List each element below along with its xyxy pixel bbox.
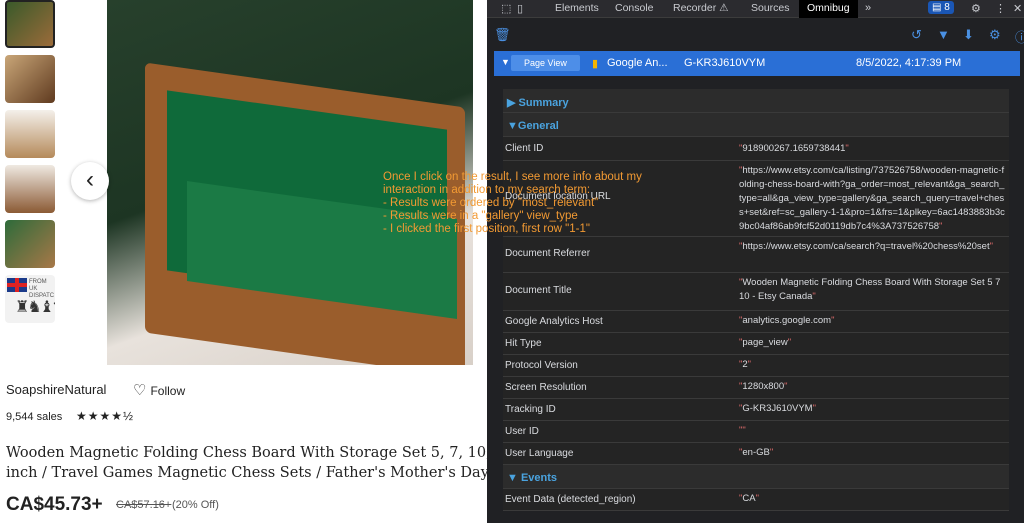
more-options-icon[interactable]: ⋮ [995, 2, 1006, 15]
tab-sources[interactable]: Sources [751, 2, 790, 14]
annotation-line: - I clicked the first position, first ro… [383, 223, 590, 235]
row-value: "https://www.etsy.com/ca/listing/7375267… [739, 165, 1005, 232]
row-key: Tracking ID [505, 404, 556, 415]
thumbnail-3[interactable] [5, 110, 55, 158]
original-price: CA$57.16+ [116, 499, 172, 511]
product-title: Wooden Magnetic Folding Chess Board With… [6, 443, 487, 483]
row-value: "https://www.etsy.com/ca/search?q=travel… [739, 241, 993, 252]
star-rating[interactable]: ★★★★½ [76, 409, 134, 423]
history-icon[interactable]: ↺ [911, 27, 922, 43]
table-row: Hit Type "page_view" [503, 333, 1009, 355]
annotation-line: Once I click on the result, I see more i… [383, 171, 642, 183]
row-key: Screen Resolution [505, 382, 587, 393]
table-row: Tracking ID "G-KR3J610VYM" [503, 399, 1009, 421]
row-key: Protocol Version [505, 360, 578, 371]
google-analytics-icon: ▮ [592, 58, 599, 70]
section-events[interactable]: ▼ Events [503, 465, 1009, 489]
row-key: User ID [505, 426, 539, 437]
previous-image-button[interactable]: ‹ [71, 162, 109, 200]
product-title-line-1: Wooden Magnetic Folding Chess Board With… [6, 445, 487, 461]
row-key: Document Referrer [505, 248, 591, 259]
devtools-panel: ⬚ ▯ Elements Console Recorder ⚠ Sources … [487, 0, 1024, 523]
omnibug-toolbar: 🗑 ↺ ▼ ⬇ ⚙ ⓘ [487, 19, 1024, 49]
heart-icon: ♡ [133, 382, 147, 399]
tab-elements[interactable]: Elements [555, 2, 599, 14]
section-summary[interactable]: ▶ Summary [503, 89, 1009, 113]
product-page: FROM UK DISPATC ♜♞♝♛♚ ‹ SoapshireNatural… [0, 0, 487, 523]
annotation-line: interaction in addition to my search ter… [383, 184, 591, 196]
hit-details: ▶ Summary ▼General Client ID "918900267.… [503, 89, 1009, 511]
table-row: Document Referrer "https://www.etsy.com/… [503, 237, 1009, 273]
table-row: User Language "en-GB" [503, 443, 1009, 465]
annotation-line: - Results were in a "gallery" view_type [383, 210, 578, 222]
follow-label: Follow [150, 384, 186, 398]
more-tabs-icon[interactable]: » [865, 2, 871, 14]
settings-gear-icon[interactable]: ⚙ [971, 2, 981, 15]
close-icon[interactable]: ✕ [1013, 2, 1022, 15]
row-value: "918900267.1659738441" [739, 143, 849, 154]
row-value: "1280x800" [739, 381, 788, 392]
thumbnail-strip: FROM UK DISPATC ♜♞♝♛♚ [5, 0, 57, 330]
row-key: Document Title [505, 285, 572, 296]
info-icon[interactable]: ⓘ [1015, 27, 1024, 46]
row-value: "page_view" [739, 337, 792, 348]
tab-omnibug[interactable]: Omnibug [799, 0, 858, 18]
tab-recorder[interactable]: Recorder ⚠ [673, 2, 729, 14]
uk-flag-icon [7, 278, 27, 292]
row-key: User Language [505, 448, 574, 459]
row-value: "CA" [739, 493, 759, 504]
row-value: "G-KR3J610VYM" [739, 403, 816, 414]
chevron-left-icon: ‹ [86, 166, 94, 193]
row-value: "analytics.google.com" [739, 315, 835, 326]
tab-console[interactable]: Console [615, 2, 654, 14]
tracking-id: G-KR3J610VYM [684, 57, 766, 69]
filter-icon[interactable]: ▼ [937, 27, 950, 42]
download-icon[interactable]: ⬇ [963, 27, 974, 43]
row-key: Hit Type [505, 338, 542, 349]
thumbnail-1[interactable] [5, 0, 55, 48]
row-key: Client ID [505, 143, 544, 154]
table-row: Client ID "918900267.1659738441" [503, 137, 1009, 161]
table-row: Screen Resolution "1280x800" [503, 377, 1009, 399]
hit-timestamp: 8/5/2022, 4:17:39 PM [856, 57, 962, 69]
sales-count: 9,544 sales [6, 411, 63, 423]
table-row: User ID "" [503, 421, 1009, 443]
price: CA$45.73+ [6, 494, 103, 515]
row-value: "2" [739, 359, 752, 370]
table-row: Google Analytics Host "analytics.google.… [503, 311, 1009, 333]
collapse-triangle-icon: ▼ [501, 57, 510, 67]
annotation-line: - Results were ordered by "most_relevant… [383, 197, 599, 209]
trash-icon[interactable]: 🗑 [494, 27, 511, 43]
section-general[interactable]: ▼General [503, 113, 1009, 137]
row-value: "Wooden Magnetic Folding Chess Board Wit… [739, 277, 1001, 302]
thumbnail-5[interactable] [5, 220, 55, 268]
table-row: Document Title "Wooden Magnetic Folding … [503, 273, 1009, 311]
annotation-text: Once I click on the result, I see more i… [383, 171, 683, 236]
settings-icon[interactable]: ⚙ [989, 27, 1001, 43]
discount-label: (20% Off) [172, 499, 219, 511]
provider-name: Google An... [607, 57, 668, 69]
table-row: Event Data (detected_region) "CA" [503, 489, 1009, 511]
product-title-line-2: inch / Travel Games Magnetic Chess Sets … [6, 465, 487, 481]
shop-name[interactable]: SoapshireNatural [6, 382, 106, 397]
row-key: Event Data (detected_region) [505, 494, 636, 505]
follow-button[interactable]: ♡ Follow [133, 381, 185, 399]
device-toolbar-icon[interactable]: ▯ [517, 2, 523, 15]
issues-count: 8 [944, 2, 950, 13]
table-row: Protocol Version "2" [503, 355, 1009, 377]
issues-badge[interactable]: ▤ 8 [928, 1, 954, 14]
row-value: "en-GB" [739, 447, 774, 458]
hit-type-badge: Page View [511, 55, 580, 71]
thumbnail-4[interactable] [5, 165, 55, 213]
hit-header-row[interactable]: ▼ Page View ▮ Google An... G-KR3J610VYM … [494, 51, 1020, 76]
devtools-tabbar: ⬚ ▯ Elements Console Recorder ⚠ Sources … [487, 0, 1024, 18]
row-key: Google Analytics Host [505, 316, 603, 327]
thumbnail-6[interactable]: FROM UK DISPATC ♜♞♝♛♚ [5, 275, 55, 323]
thumbnail-2[interactable] [5, 55, 55, 103]
chess-pieces-icon: ♜♞♝♛♚ [15, 299, 55, 316]
inspect-icon[interactable]: ⬚ [501, 2, 511, 15]
row-value: "" [739, 425, 746, 436]
